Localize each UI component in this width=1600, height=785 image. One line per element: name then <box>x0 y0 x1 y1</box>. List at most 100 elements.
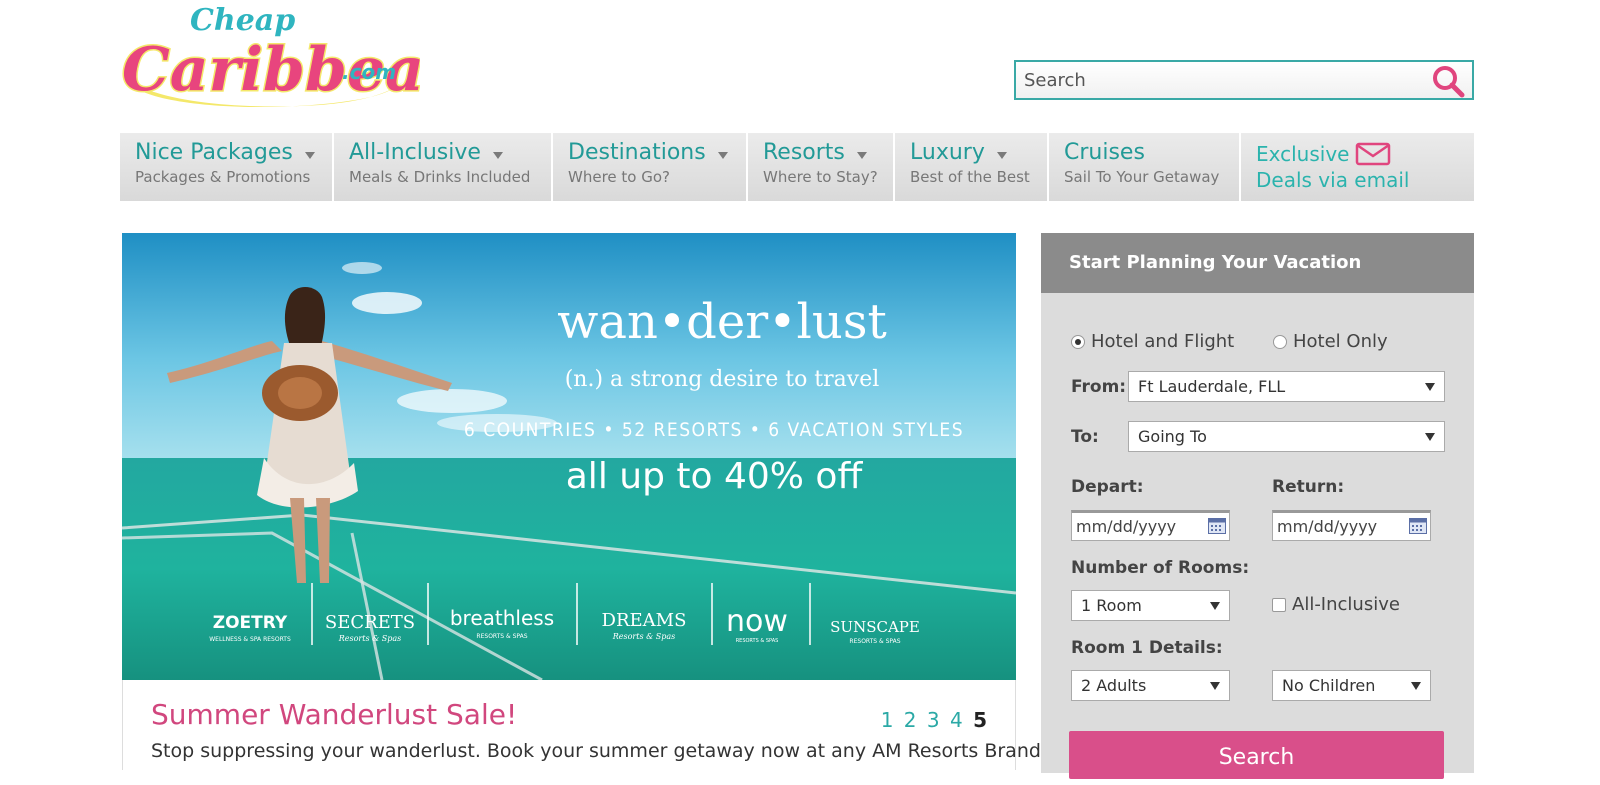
caret-down-icon <box>717 152 728 159</box>
nav-label: All-Inclusive <box>349 140 481 165</box>
dropdown-arrow-icon <box>1425 382 1435 391</box>
logo-suffix-text: .com <box>342 60 396 84</box>
caret-down-icon <box>304 152 315 159</box>
email-deals-line1: Exclusive <box>1256 142 1350 166</box>
radio-hotel-flight-label: Hotel and Flight <box>1091 331 1235 352</box>
children-select-value: No Children <box>1282 676 1376 695</box>
brand-now: now <box>726 604 788 639</box>
brand-dreams-sub: Resorts & Spas <box>612 632 676 641</box>
hero-image: wan•der•lust (n.) a strong desire to tra… <box>122 233 1016 680</box>
search-icon <box>1433 66 1465 98</box>
brand-dreams: DREAMS <box>602 610 687 631</box>
brand-secrets-sub: Resorts & Spas <box>338 634 402 643</box>
depart-date-input[interactable]: mm/dd/yyyy <box>1071 510 1230 541</box>
site-logo[interactable]: Cheap Caribbean .com <box>120 2 469 112</box>
vacation-planner: Start Planning Your Vacation Hotel and F… <box>1041 233 1474 779</box>
brand-now-sub: RESORTS & SPAS <box>736 638 779 644</box>
radio-hotel-flight[interactable] <box>1071 334 1085 349</box>
vacation-search-button[interactable]: Search <box>1069 731 1444 779</box>
brand-breathless: breathless <box>450 606 554 630</box>
brand-zoetry-sub: WELLNESS & SPA RESORTS <box>209 636 291 643</box>
hero-offer: all up to 40% off <box>566 456 864 497</box>
radio-hotel-only[interactable] <box>1273 334 1287 349</box>
nav-sublabel: Sail To Your Getaway <box>1064 168 1220 186</box>
nav-sublabel: Best of the Best <box>910 168 1030 186</box>
depart-date-placeholder: mm/dd/yyyy <box>1076 517 1177 536</box>
slide-pagination: 1 2 3 4 5 <box>877 708 987 732</box>
adults-select[interactable]: 2 Adults <box>1071 670 1230 701</box>
children-select[interactable]: No Children <box>1272 670 1431 701</box>
from-select-value: Ft Lauderdale, FLL <box>1138 377 1286 396</box>
slide-page-5[interactable]: 5 <box>973 708 987 732</box>
caret-down-icon <box>856 152 867 159</box>
to-label: To: <box>1071 427 1099 447</box>
rooms-select-value: 1 Room <box>1081 596 1142 615</box>
depart-label: Depart: <box>1071 477 1144 497</box>
adults-select-value: 2 Adults <box>1081 676 1147 695</box>
calendar-icon[interactable] <box>1208 518 1226 534</box>
nav-item-luxury[interactable]: Luxury Best of the Best <box>895 133 1049 201</box>
return-label: Return: <box>1272 477 1345 497</box>
from-select[interactable]: Ft Lauderdale, FLL <box>1128 371 1445 402</box>
envelope-icon <box>1356 142 1391 166</box>
nav-label: Nice Packages <box>135 140 293 165</box>
all-inclusive-label: All-Inclusive <box>1292 594 1400 615</box>
calendar-icon[interactable] <box>1409 518 1427 534</box>
hero-definition: (n.) a strong desire to travel <box>565 367 880 392</box>
search-bar <box>1014 60 1474 100</box>
email-deals-line2: Deals via email <box>1256 168 1410 192</box>
hero-caption: Summer Wanderlust Sale! 1 2 3 4 5 Stop s… <box>122 680 1083 770</box>
to-select-value: Going To <box>1138 427 1207 446</box>
search-input[interactable] <box>1016 62 1414 98</box>
nav-sublabel: Where to Stay? <box>763 168 878 186</box>
slide-page-2[interactable]: 2 <box>904 708 917 732</box>
all-inclusive-option[interactable]: All-Inclusive <box>1272 594 1400 615</box>
nav-sublabel: Packages & Promotions <box>135 168 311 186</box>
main-nav: Nice Packages Packages & Promotions All-… <box>120 133 1474 201</box>
sale-description: Stop suppressing your wanderlust. Book y… <box>151 740 1083 762</box>
all-inclusive-checkbox[interactable] <box>1272 597 1286 612</box>
slide-page-1[interactable]: 1 <box>881 708 894 732</box>
from-label: From: <box>1071 377 1127 397</box>
return-date-input[interactable]: mm/dd/yyyy <box>1272 510 1431 541</box>
to-select[interactable]: Going To <box>1128 421 1445 452</box>
search-button[interactable] <box>1430 64 1466 98</box>
sale-title[interactable]: Summer Wanderlust Sale! <box>151 698 517 731</box>
rooms-select[interactable]: 1 Room <box>1071 590 1230 621</box>
trip-type-hotel-only[interactable]: Hotel Only <box>1273 331 1388 352</box>
nav-item-nice-packages[interactable]: Nice Packages Packages & Promotions <box>120 133 334 201</box>
logo-graphic: Cheap Caribbean .com <box>121 3 469 108</box>
logo-top-text: Cheap <box>190 3 295 38</box>
nav-label: Luxury <box>910 140 985 165</box>
nav-label: Cruises <box>1064 140 1145 165</box>
nav-sublabel: Where to Go? <box>568 168 670 186</box>
nav-label: Destinations <box>568 140 706 165</box>
nav-item-destinations[interactable]: Destinations Where to Go? <box>553 133 748 201</box>
caret-down-icon <box>996 152 1007 159</box>
dropdown-arrow-icon <box>1210 601 1220 610</box>
rooms-label: Number of Rooms: <box>1071 558 1250 578</box>
brand-sunscape: SUNSCAPE <box>830 618 920 636</box>
brand-breathless-sub: RESORTS & SPAS <box>476 633 527 640</box>
nav-sublabel: Meals & Drinks Included <box>349 168 531 186</box>
slide-page-3[interactable]: 3 <box>927 708 940 732</box>
nav-item-all-inclusive[interactable]: All-Inclusive Meals & Drinks Included <box>334 133 553 201</box>
hero-headline: wan•der•lust <box>557 294 887 350</box>
nav-item-resorts[interactable]: Resorts Where to Stay? <box>748 133 895 201</box>
dropdown-arrow-icon <box>1411 681 1421 690</box>
radio-hotel-only-label: Hotel Only <box>1293 331 1388 352</box>
room-details-label: Room 1 Details: <box>1071 638 1223 658</box>
return-date-placeholder: mm/dd/yyyy <box>1277 517 1378 536</box>
hero-banner[interactable]: wan•der•lust (n.) a strong desire to tra… <box>122 233 1016 680</box>
planner-title: Start Planning Your Vacation <box>1041 233 1474 293</box>
slide-page-4[interactable]: 4 <box>950 708 963 732</box>
nav-item-email-deals[interactable]: Exclusive Deals via email <box>1241 133 1474 201</box>
brand-secrets: SECRETS <box>325 612 415 633</box>
dropdown-arrow-icon <box>1425 432 1435 441</box>
nav-item-cruises[interactable]: Cruises Sail To Your Getaway <box>1049 133 1241 201</box>
caret-down-icon <box>492 152 503 159</box>
nav-label: Resorts <box>763 140 845 165</box>
dropdown-arrow-icon <box>1210 681 1220 690</box>
trip-type-hotel-flight[interactable]: Hotel and Flight <box>1071 331 1234 352</box>
hero-stats: 6 COUNTRIES • 52 RESORTS • 6 VACATION ST… <box>464 419 964 441</box>
